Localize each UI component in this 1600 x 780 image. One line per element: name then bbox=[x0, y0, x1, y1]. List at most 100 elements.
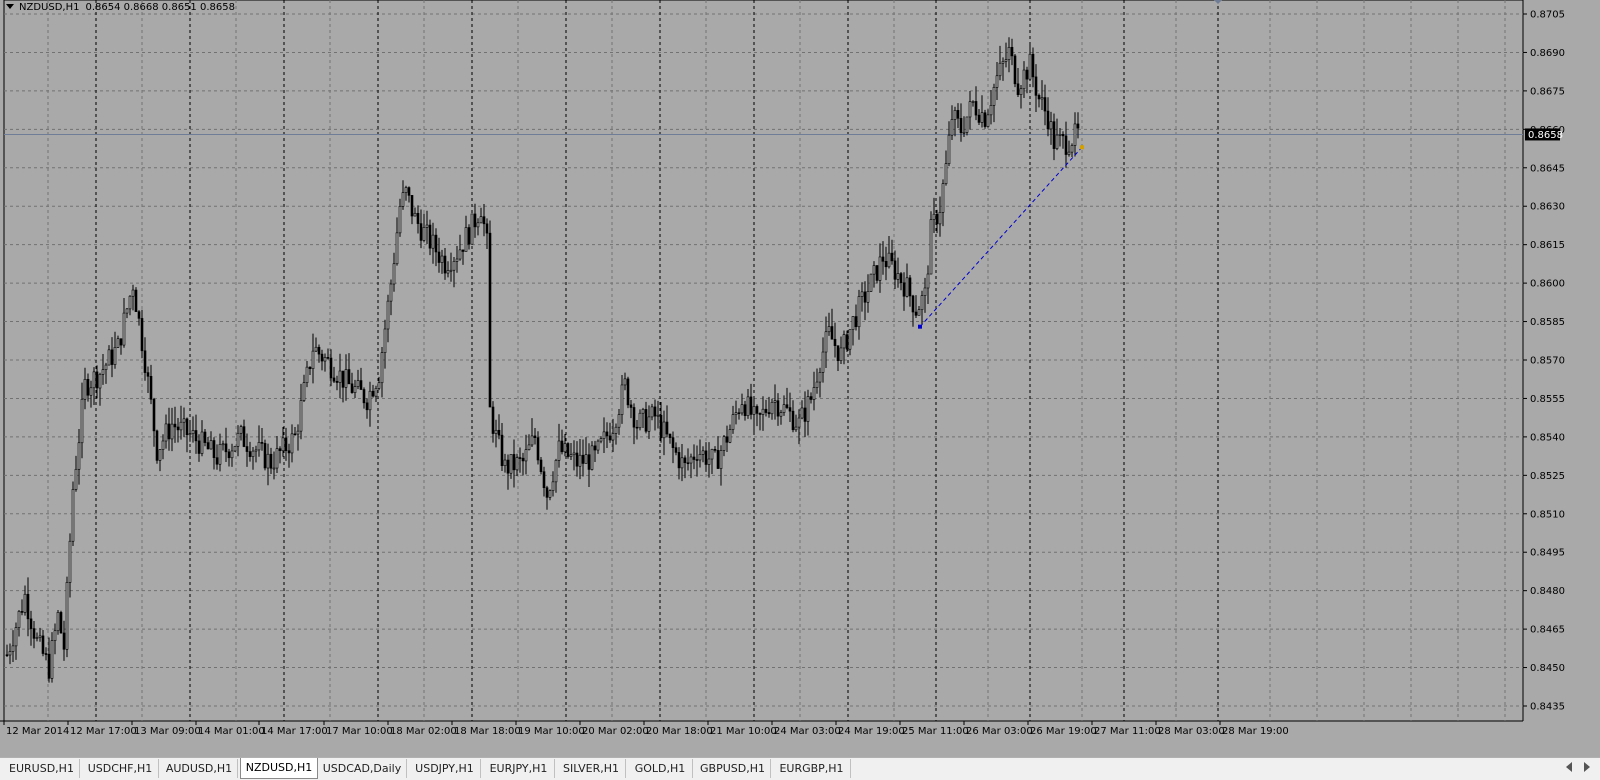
candle-body bbox=[518, 457, 522, 459]
candle-body bbox=[503, 459, 507, 467]
candle-body bbox=[998, 62, 1002, 77]
candle-body bbox=[830, 326, 834, 340]
tab-usdjpy-h1[interactable]: USDJPY,H1 bbox=[409, 759, 481, 778]
candle-body bbox=[467, 227, 471, 245]
candle-body bbox=[539, 459, 543, 472]
candle-body bbox=[182, 418, 186, 423]
price-chart[interactable]: 0.87050.86900.86750.86600.86450.86300.86… bbox=[0, 0, 1600, 757]
candle-body bbox=[548, 490, 552, 498]
tab-audusd-h1[interactable]: AUDUSD,H1 bbox=[161, 759, 238, 778]
candle-body bbox=[869, 273, 873, 292]
tab-usdcad-daily[interactable]: USDCAD,Daily bbox=[318, 759, 407, 778]
candle-body bbox=[635, 426, 639, 429]
candle-body bbox=[785, 404, 789, 408]
candle-body bbox=[188, 433, 192, 436]
candle-body bbox=[797, 417, 801, 428]
symbol-header: NZDUSD,H1 0.8654 0.8668 0.8651 0.8658 bbox=[6, 2, 235, 13]
candle-body bbox=[596, 440, 600, 451]
candle-body bbox=[752, 406, 756, 415]
candle-body bbox=[1025, 69, 1029, 80]
candle-body bbox=[254, 449, 258, 452]
candle-body bbox=[65, 582, 69, 650]
scroll-left-icon[interactable] bbox=[1566, 762, 1572, 772]
candle-body bbox=[407, 187, 411, 196]
candle-body bbox=[881, 256, 885, 262]
trendline-anchor-start[interactable] bbox=[918, 324, 922, 329]
candle-body bbox=[926, 273, 930, 289]
tab-label: SILVER,H1 bbox=[562, 762, 620, 775]
candle-body bbox=[569, 454, 573, 457]
candle-body bbox=[941, 183, 945, 213]
candle-body bbox=[1037, 95, 1041, 100]
candle-body bbox=[1043, 97, 1047, 112]
candle-body bbox=[902, 282, 906, 297]
candle-body bbox=[812, 387, 816, 400]
candle-body bbox=[620, 384, 624, 415]
scroll-right-icon[interactable] bbox=[1584, 762, 1590, 772]
candle-body bbox=[317, 346, 321, 355]
price-tick-label: 0.8525 bbox=[1530, 471, 1565, 482]
tab-usdchf-h1[interactable]: USDCHF,H1 bbox=[82, 759, 159, 778]
tab-gbpusd-h1[interactable]: GBPUSD,H1 bbox=[695, 759, 771, 778]
candle-body bbox=[932, 213, 936, 220]
tab-silver-h1[interactable]: SILVER,H1 bbox=[557, 759, 626, 778]
candle-body bbox=[443, 255, 447, 274]
candle-body bbox=[416, 212, 420, 224]
candle-body bbox=[605, 431, 609, 437]
candle-body bbox=[1007, 46, 1011, 60]
candle-body bbox=[860, 291, 864, 297]
candle-body bbox=[611, 433, 615, 441]
candle-body bbox=[626, 378, 630, 406]
time-tick-label: 24 Mar 19:00 bbox=[838, 726, 905, 737]
candle-body bbox=[545, 487, 549, 498]
tab-eurusd-h1[interactable]: EURUSD,H1 bbox=[4, 759, 80, 778]
candle-body bbox=[554, 460, 558, 483]
candle-body bbox=[263, 443, 267, 469]
candle-body bbox=[911, 295, 915, 313]
tab-nzdusd-h1[interactable]: NZDUSD,H1 bbox=[240, 758, 318, 779]
tab-gold-h1[interactable]: GOLD,H1 bbox=[628, 759, 693, 778]
candle-body bbox=[761, 408, 765, 415]
time-tick-label: 14 Mar 17:00 bbox=[261, 726, 328, 737]
candle-body bbox=[743, 404, 747, 417]
candle-body bbox=[137, 311, 141, 319]
time-tick-label: 26 Mar 03:00 bbox=[966, 726, 1033, 737]
candle-body bbox=[641, 409, 645, 414]
candle-body bbox=[644, 409, 648, 432]
chart-window[interactable]: 0.87050.86900.86750.86600.86450.86300.86… bbox=[0, 0, 1600, 757]
time-tick-label: 28 Mar 03:00 bbox=[1158, 726, 1225, 737]
candle-body bbox=[737, 412, 741, 415]
tab-eurjpy-h1[interactable]: EURJPY,H1 bbox=[483, 759, 555, 778]
time-tick-label: 25 Mar 11:00 bbox=[902, 726, 969, 737]
trendline-anchor-end[interactable] bbox=[1080, 145, 1084, 150]
candle-body bbox=[452, 261, 456, 271]
candle-body bbox=[305, 366, 309, 384]
candle-body bbox=[170, 423, 174, 440]
candle-body bbox=[701, 450, 705, 455]
price-tick-label: 0.8450 bbox=[1530, 663, 1565, 674]
candle-body bbox=[320, 353, 324, 362]
candle-body bbox=[86, 378, 90, 396]
candle-body bbox=[722, 436, 726, 451]
candle-body bbox=[983, 112, 987, 127]
candle-body bbox=[293, 433, 297, 436]
candle-body bbox=[842, 334, 846, 349]
candle-body bbox=[98, 374, 102, 389]
candle-body bbox=[914, 311, 918, 316]
price-tick-label: 0.8480 bbox=[1530, 586, 1565, 597]
time-tick-label: 18 Mar 02:00 bbox=[390, 726, 457, 737]
candle-body bbox=[671, 437, 675, 448]
candle-body bbox=[809, 396, 813, 400]
collapse-triangle-icon[interactable] bbox=[6, 4, 14, 9]
candle-body bbox=[431, 234, 435, 249]
tab-label: EURGBP,H1 bbox=[779, 762, 844, 775]
candle-body bbox=[113, 347, 117, 365]
time-tick-label: 13 Mar 09:00 bbox=[134, 726, 201, 737]
candle-body bbox=[542, 471, 546, 489]
tab-eurgbp-h1[interactable]: EURGBP,H1 bbox=[773, 759, 851, 778]
tab-label: USDJPY,H1 bbox=[415, 762, 474, 775]
candle-body bbox=[272, 467, 276, 470]
candle-body bbox=[950, 119, 954, 136]
candle-body bbox=[242, 426, 246, 447]
price-tick-label: 0.8495 bbox=[1530, 548, 1565, 559]
